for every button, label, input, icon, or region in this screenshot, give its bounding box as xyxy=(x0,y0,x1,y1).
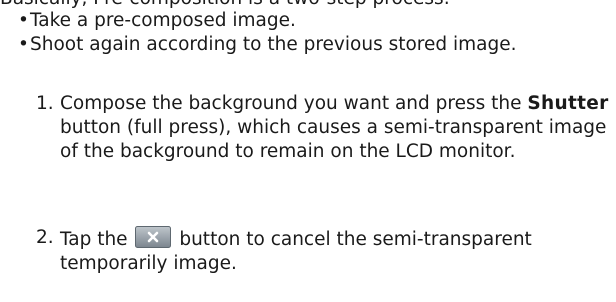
step-text: Tap the button to cancel the semi-transp… xyxy=(60,226,615,276)
step-number: 2. xyxy=(36,227,54,248)
bullet-item: •Shoot again according to the previous s… xyxy=(18,33,517,57)
step-text-before: Tap the xyxy=(60,229,128,250)
step-text: Compose the background you want and pres… xyxy=(60,92,615,164)
bullet-list: •Take a pre-composed image. •Shoot again… xyxy=(18,9,517,57)
step-text-after: button (full press), which causes a semi… xyxy=(60,117,607,162)
close-x-icon xyxy=(135,226,172,248)
bullet-text: Take a pre-composed image. xyxy=(30,10,296,31)
shutter-term: Shutter xyxy=(527,93,609,114)
step-text-before: Compose the background you want and pres… xyxy=(60,93,522,114)
bullet-item: •Take a pre-composed image. xyxy=(18,9,517,33)
bullet-text: Shoot again according to the previous st… xyxy=(30,34,517,55)
step-text-after: button to cancel the semi-transparent te… xyxy=(60,229,532,274)
step-number: 1. xyxy=(36,93,54,114)
bullet-marker: • xyxy=(18,10,29,31)
bullet-marker: • xyxy=(18,34,29,55)
